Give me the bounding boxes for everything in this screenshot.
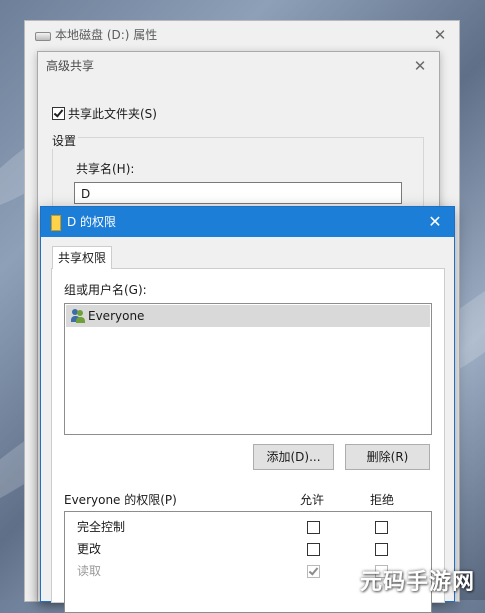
advanced-sharing-title: 高级共享	[46, 59, 95, 73]
permissions-window: D 的权限 ✕ 共享权限 组或用户名(G): Everyone 添加(D)...…	[40, 206, 455, 613]
deny-checkbox[interactable]	[375, 543, 388, 556]
drive-icon	[35, 32, 51, 41]
share-folder-label: 共享此文件夹(S)	[68, 107, 157, 121]
allow-column-header: 允许	[300, 493, 325, 507]
permission-name: 读取	[77, 564, 102, 578]
close-icon[interactable]: ✕	[411, 52, 429, 80]
permissions-titlebar: D 的权限 ✕	[41, 207, 454, 237]
tab-share-permissions[interactable]: 共享权限	[52, 246, 113, 269]
list-item[interactable]: Everyone	[66, 305, 430, 327]
allow-checkbox[interactable]	[307, 543, 320, 556]
users-list[interactable]: Everyone	[64, 303, 432, 435]
table-row: 更改	[65, 538, 431, 560]
group-or-user-label: 组或用户名(G):	[64, 283, 147, 297]
deny-checkbox[interactable]	[375, 521, 388, 534]
share-name-label: 共享名(H):	[76, 162, 135, 176]
properties-titlebar: 本地磁盘 (D:) 属性 ✕	[25, 21, 459, 49]
watermark-logo: 元码手游网	[359, 570, 475, 595]
allow-checkbox[interactable]	[307, 521, 320, 534]
table-row: 完全控制	[65, 516, 431, 538]
share-folder-checkbox[interactable]	[52, 107, 65, 120]
share-name-input[interactable]: D	[74, 182, 402, 204]
advanced-sharing-titlebar: 高级共享 ✕	[38, 52, 439, 80]
user-name: Everyone	[88, 309, 145, 323]
share-permissions-panel: 组或用户名(G): Everyone 添加(D)... 删除(R) Everyo…	[51, 268, 445, 613]
properties-title: 本地磁盘 (D:) 属性	[55, 28, 158, 42]
settings-label: 设置	[50, 132, 79, 149]
permissions-table: 完全控制 更改 读取	[64, 511, 432, 613]
close-icon[interactable]: ✕	[426, 207, 444, 237]
permission-name: 更改	[77, 542, 102, 556]
users-group-icon	[71, 309, 85, 323]
close-icon[interactable]: ✕	[431, 21, 449, 49]
share-folder-checkbox-row[interactable]: 共享此文件夹(S)	[52, 105, 157, 122]
remove-button[interactable]: 删除(R)	[345, 444, 430, 470]
allow-checkbox[interactable]	[307, 565, 320, 578]
permission-name: 完全控制	[77, 520, 126, 534]
folder-icon	[51, 215, 61, 231]
permissions-title: D 的权限	[67, 215, 117, 229]
deny-column-header: 拒绝	[370, 493, 395, 507]
add-button[interactable]: 添加(D)...	[253, 444, 334, 470]
permissions-for-label: Everyone 的权限(P)	[64, 493, 177, 507]
